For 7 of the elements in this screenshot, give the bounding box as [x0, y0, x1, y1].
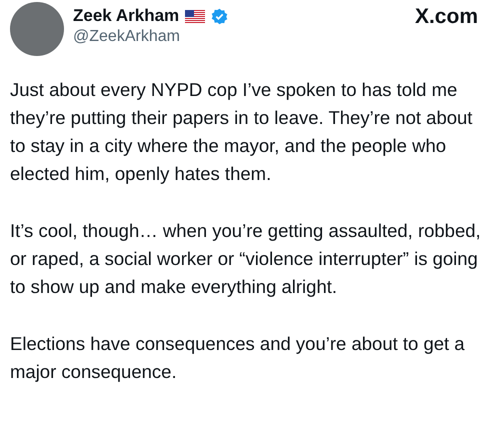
tweet-paragraph: It’s cool, though… when you’re getting assaulted, robbed, or raped, a social worker or “violence interrupter” is going to show up and make everything alright.	[10, 219, 482, 299]
tweet-paragraph: Just about every NYPD cop I’ve spoken to has told me they’re putting their papers in to leave. They’re not about to stay in a city where the mayor, and the people who elected him, openly hates them.	[10, 78, 474, 186]
site-name: X.com	[414, 4, 478, 30]
tweet-paragraph: Elections have consequences and you’re about to get a major consequence.	[10, 332, 466, 384]
author-handle: @ZeekArkham	[73, 27, 181, 47]
flag-icon	[185, 10, 206, 22]
author-name: Zeek Arkham	[73, 5, 180, 27]
